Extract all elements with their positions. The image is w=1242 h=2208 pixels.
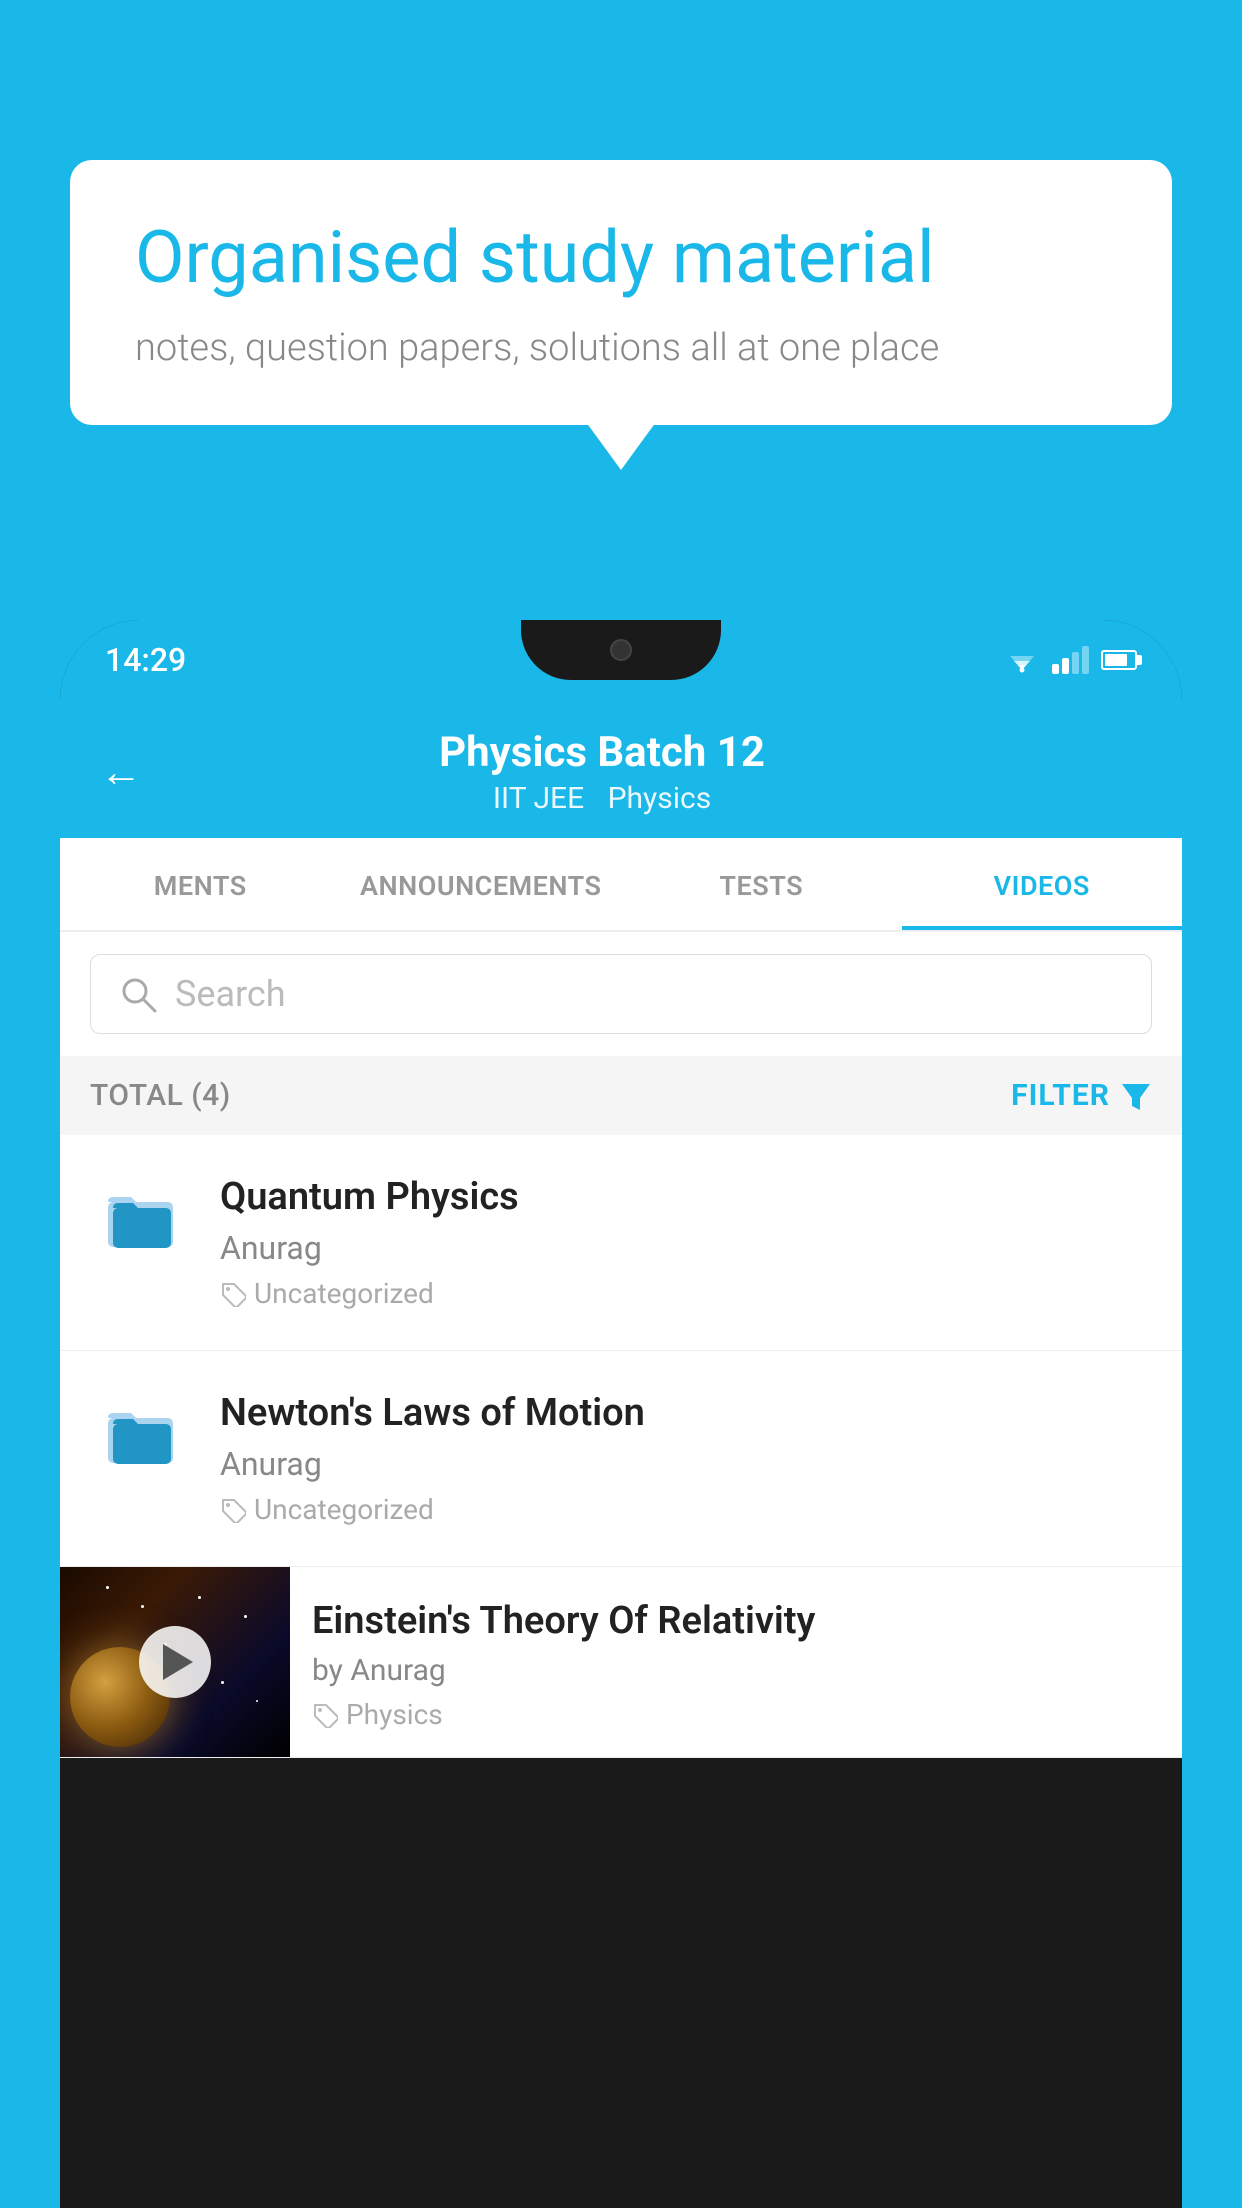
folder-icon [103, 1180, 178, 1255]
play-button[interactable] [139, 1626, 211, 1698]
item-title: Quantum Physics [220, 1175, 1152, 1219]
item-text-area: Einstein's Theory Of Relativity by Anura… [290, 1567, 1182, 1753]
signal-bars-icon [1052, 646, 1089, 674]
battery-fill [1105, 654, 1127, 666]
batch-category: IIT JEE [493, 781, 584, 816]
filter-funnel-icon [1120, 1080, 1152, 1112]
search-input-wrapper[interactable]: Search [90, 954, 1152, 1034]
item-tag-label: Uncategorized [254, 1277, 434, 1310]
wifi-icon [1004, 646, 1040, 674]
item-tag: Physics [312, 1698, 1160, 1731]
status-icons [1004, 646, 1137, 674]
item-title: Newton's Laws of Motion [220, 1391, 1152, 1435]
batch-subject: Physics [608, 781, 712, 816]
item-author: by Anurag [312, 1653, 1160, 1688]
batch-subtitle: IIT JEE Physics [172, 781, 1032, 816]
header-title-area: Physics Batch 12 IIT JEE Physics [172, 728, 1032, 816]
tag-icon [312, 1702, 338, 1728]
item-author: Anurag [220, 1445, 1152, 1483]
list-item[interactable]: Quantum Physics Anurag Uncategorized [60, 1135, 1182, 1351]
search-placeholder: Search [175, 973, 286, 1015]
speech-bubble-title: Organised study material [135, 215, 1107, 301]
item-tag-label: Uncategorized [254, 1493, 434, 1526]
filter-bar: TOTAL (4) FILTER [60, 1056, 1182, 1135]
camera-dot [610, 639, 632, 661]
speech-bubble-subtitle: notes, question papers, solutions all at… [135, 326, 1107, 370]
tag-icon [220, 1497, 246, 1523]
video-list: Quantum Physics Anurag Uncategorized [60, 1135, 1182, 1758]
item-author: Anurag [220, 1229, 1152, 1267]
video-thumbnail [60, 1567, 290, 1757]
item-tag: Uncategorized [220, 1493, 1152, 1526]
list-item[interactable]: Newton's Laws of Motion Anurag Uncategor… [60, 1351, 1182, 1567]
search-icon [119, 975, 157, 1013]
battery-icon [1101, 650, 1137, 670]
list-item[interactable]: Einstein's Theory Of Relativity by Anura… [60, 1567, 1182, 1758]
tabs-container: MENTS ANNOUNCEMENTS TESTS VIDEOS [60, 838, 1182, 932]
filter-button[interactable]: FILTER [1011, 1078, 1152, 1113]
status-time: 14:29 [105, 641, 186, 679]
speech-bubble: Organised study material notes, question… [70, 160, 1172, 425]
item-tag-label: Physics [346, 1698, 443, 1731]
tab-announcements[interactable]: ANNOUNCEMENTS [341, 838, 622, 930]
folder-icon [103, 1396, 178, 1471]
item-tag: Uncategorized [220, 1277, 1152, 1310]
tab-tests[interactable]: TESTS [621, 838, 902, 930]
app-header: ← Physics Batch 12 IIT JEE Physics [60, 700, 1182, 838]
play-triangle-icon [163, 1644, 193, 1680]
status-bar: 14:29 [60, 620, 1182, 700]
tag-icon [220, 1281, 246, 1307]
search-container: Search [60, 932, 1182, 1056]
total-count-label: TOTAL (4) [90, 1078, 231, 1113]
batch-title: Physics Batch 12 [172, 728, 1032, 777]
back-button[interactable]: ← [100, 748, 142, 797]
phone-notch [521, 620, 721, 680]
item-icon-area [90, 1391, 190, 1471]
speech-bubble-container: Organised study material notes, question… [70, 160, 1172, 425]
item-text-area: Newton's Laws of Motion Anurag Uncategor… [220, 1391, 1152, 1526]
phone-frame: 14:29 [60, 620, 1182, 2208]
item-text-area: Quantum Physics Anurag Uncategorized [220, 1175, 1152, 1310]
tab-videos[interactable]: VIDEOS [902, 838, 1183, 930]
item-icon-area [90, 1175, 190, 1255]
filter-label: FILTER [1011, 1078, 1110, 1113]
item-title: Einstein's Theory Of Relativity [312, 1599, 1160, 1643]
tab-ments[interactable]: MENTS [60, 838, 341, 930]
